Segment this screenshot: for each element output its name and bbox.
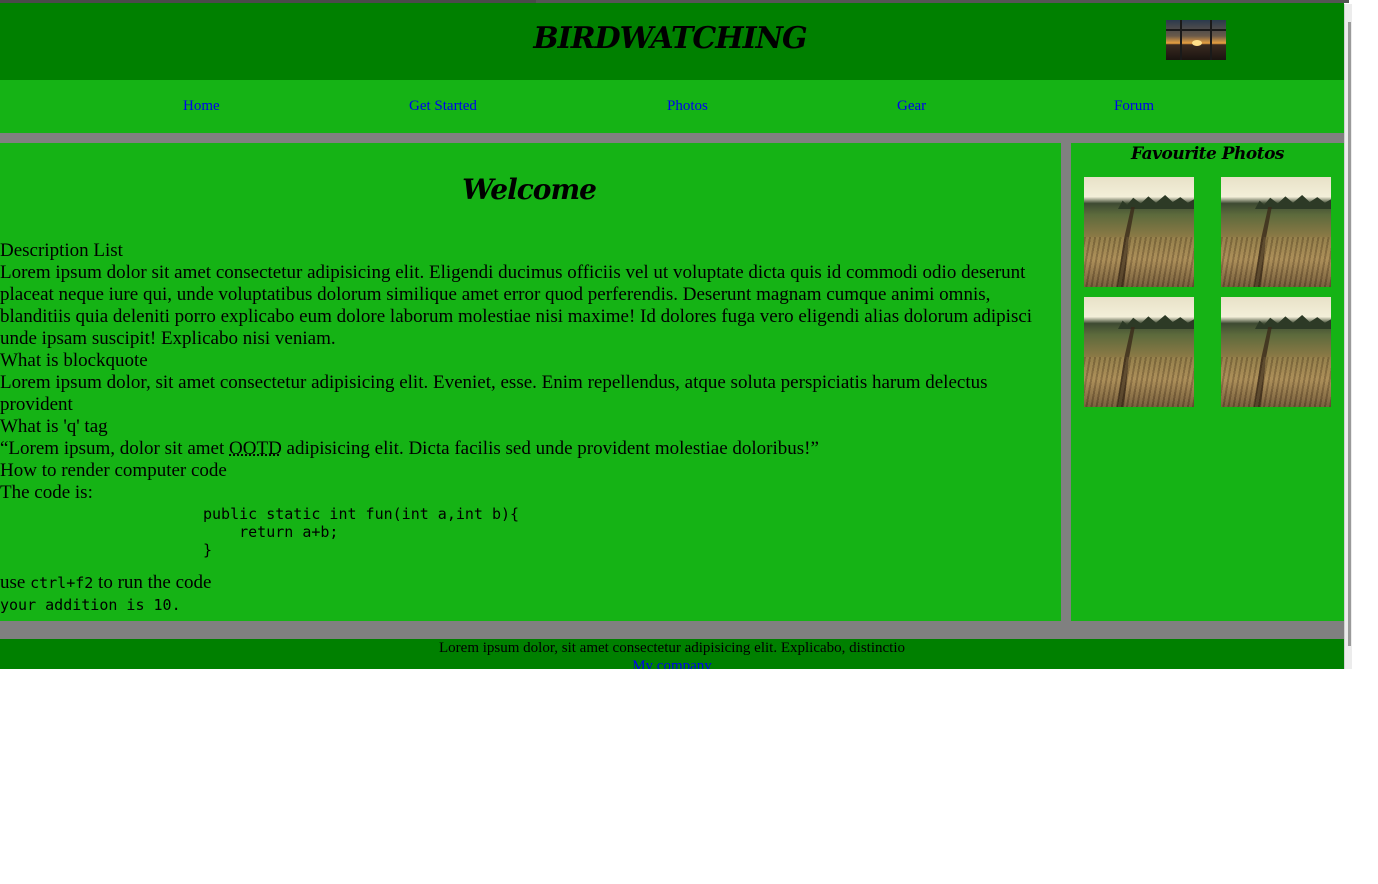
quote-close-text: adipisicing elit. Dicta facilis sed unde…: [281, 438, 819, 459]
field-path-photo-icon[interactable]: [1221, 177, 1331, 287]
quote-open-text: “Lorem ipsum, dolor sit amet: [0, 438, 230, 459]
dl-term-q-tag: What is 'q' tag: [0, 416, 108, 437]
dl-desc-q-tag: “Lorem ipsum, dolor sit amet OOTD adipis…: [0, 438, 1055, 460]
dl-term-description-list: Description List: [0, 240, 123, 261]
dl-desc-blockquote: Lorem ipsum dolor, sit amet consectetur …: [0, 372, 988, 415]
field-path-photo-icon[interactable]: [1084, 297, 1194, 407]
site-title: BIRDWATCHING: [533, 21, 807, 56]
footer-company-link[interactable]: My company: [632, 658, 712, 669]
site-header: BIRDWATCHING: [0, 3, 1344, 80]
dl-term-computer-code: How to render computer code: [0, 460, 227, 481]
field-path-photo-icon[interactable]: [1221, 297, 1331, 407]
sunset-window-image-icon: [1166, 20, 1226, 60]
site-footer: Lorem ipsum dolor, sit amet consectetur …: [0, 639, 1344, 669]
description-list: Description List Lorem ipsum dolor sit a…: [0, 240, 1055, 616]
main-content: Welcome Description List Lorem ipsum dol…: [0, 143, 1061, 621]
dl-desc-description-list: Lorem ipsum dolor sit amet consectetur a…: [0, 262, 1033, 349]
sample-output-line: your addition is 10.: [0, 594, 1055, 616]
nav-link-home[interactable]: Home: [183, 98, 220, 115]
favourite-photos-heading: Favourite Photos: [1131, 144, 1284, 164]
code-block: public static int fun(int a,int b){ retu…: [0, 504, 1055, 559]
dl-term-blockquote: What is blockquote: [0, 350, 148, 371]
code-intro-text: The code is:: [0, 482, 93, 503]
run-instruction: use ctrl+f2 to run the code: [0, 572, 1055, 594]
nav-link-forum[interactable]: Forum: [1114, 98, 1154, 115]
ootd-abbreviation: OOTD: [229, 438, 282, 459]
run-prefix: use: [0, 572, 31, 593]
site-wrapper: BIRDWATCHING Home Get Started Photos Gea…: [0, 3, 1344, 669]
footer-text: Lorem ipsum dolor, sit amet consectetur …: [439, 640, 905, 656]
favourite-photos-sidebar: Favourite Photos: [1071, 143, 1344, 621]
welcome-heading: Welcome: [462, 173, 597, 206]
field-path-photo-icon[interactable]: [1084, 177, 1194, 287]
keyboard-shortcut: ctrl+f2: [30, 574, 94, 592]
sample-output: your addition is 10.: [0, 596, 181, 614]
code-snippet: public static int fun(int a,int b){ retu…: [203, 505, 520, 559]
nav-link-photos[interactable]: Photos: [667, 98, 708, 115]
main-nav: Home Get Started Photos Gear Forum: [0, 80, 1344, 133]
nav-link-get-started[interactable]: Get Started: [409, 98, 477, 115]
run-suffix: to run the code: [93, 572, 212, 593]
scrollbar-thumb[interactable]: [1348, 22, 1351, 646]
nav-link-gear[interactable]: Gear: [897, 98, 926, 115]
